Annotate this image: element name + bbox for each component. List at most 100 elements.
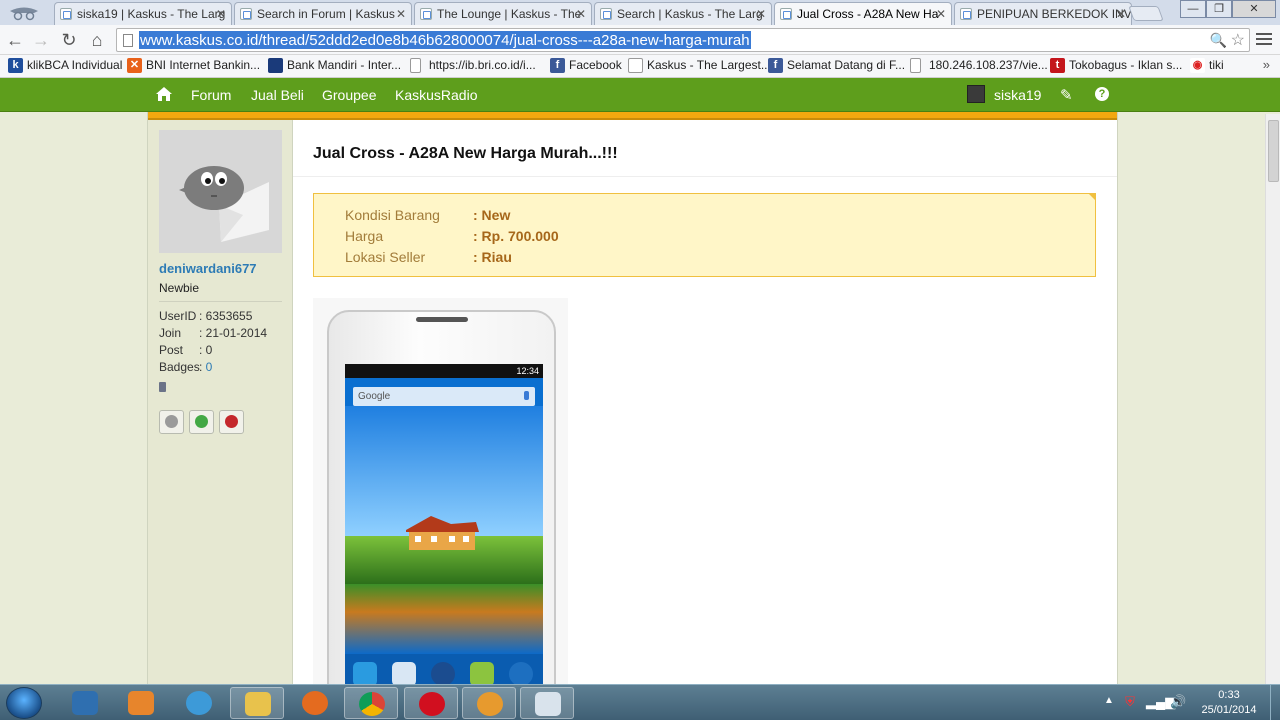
- info-price: Harga: Rp. 700.000: [345, 228, 559, 244]
- phone-body: 12:34 Google: [327, 310, 556, 710]
- tokobagus-icon: t: [1050, 58, 1065, 73]
- taskbar-paint[interactable]: [520, 687, 574, 719]
- bookmark-tiki[interactable]: ◉ tiki: [1190, 58, 1224, 73]
- close-tab-icon[interactable]: ✕: [396, 7, 406, 21]
- house-illustration: [406, 516, 479, 550]
- thread-title: Jual Cross - A28A New Harga Murah...!!!: [313, 145, 618, 162]
- close-tab-icon[interactable]: ✕: [936, 7, 946, 21]
- nav-jual-beli[interactable]: Jual Beli: [251, 87, 304, 103]
- poster-rank: Newbie: [159, 281, 200, 295]
- close-tab-icon[interactable]: ✕: [756, 7, 766, 21]
- tab-search-forum[interactable]: Search in Forum | Kaskus ✕: [234, 2, 412, 25]
- tab-jual-cross[interactable]: Jual Cross - A28A New Ha ✕: [774, 2, 952, 25]
- media-player-icon: [128, 691, 154, 715]
- windows-taskbar: ▲ ⛨ ▂▄▆ 🔊 0:33 25/01/2014: [0, 684, 1280, 720]
- send-message-button[interactable]: [189, 410, 214, 434]
- bookmark-tokobagus[interactable]: t Tokobagus - Iklan s...: [1050, 58, 1182, 73]
- minimize-button[interactable]: —: [1180, 0, 1206, 18]
- message-icon: [195, 415, 208, 428]
- listing-info-box: Kondisi Barang: New Harga: Rp. 700.000 L…: [313, 193, 1096, 277]
- taskbar-app-store[interactable]: [58, 687, 112, 719]
- report-icon: [225, 415, 238, 428]
- taskbar-app[interactable]: [462, 687, 516, 719]
- browser-globe-icon: [509, 662, 533, 686]
- divider: [293, 176, 1117, 177]
- bookmarks-more-icon[interactable]: »: [1263, 57, 1270, 72]
- close-tab-icon[interactable]: ✕: [1116, 7, 1126, 21]
- badge-icon: [159, 382, 166, 392]
- home-icon[interactable]: ⌂: [86, 29, 108, 51]
- forward-icon[interactable]: →: [30, 29, 52, 51]
- antivirus-tray-icon[interactable]: ⛨: [1122, 694, 1138, 710]
- app-icon: [477, 692, 503, 716]
- file-explorer-icon: [245, 692, 271, 716]
- start-button[interactable]: [6, 687, 42, 719]
- nav-username[interactable]: siska19: [994, 87, 1041, 103]
- address-bar[interactable]: www.kaskus.co.id/thread/52ddd2ed0e8b46b6…: [116, 28, 1250, 52]
- close-tab-icon[interactable]: ✕: [216, 7, 226, 21]
- new-tab-button[interactable]: [1128, 6, 1164, 21]
- browser-toolbar: ← → ↻ ⌂ www.kaskus.co.id/thread/52ddd2ed…: [0, 25, 1280, 55]
- volume-icon[interactable]: 🔊: [1170, 694, 1186, 710]
- close-window-button[interactable]: ✕: [1232, 0, 1276, 18]
- taskbar-chrome[interactable]: [344, 687, 398, 719]
- nav-groupee[interactable]: Groupee: [322, 87, 376, 103]
- taskbar-media-player[interactable]: [114, 687, 168, 719]
- klikbca-icon: k: [8, 58, 23, 73]
- bookmark-kaskus[interactable]: Kaskus - The Largest...: [628, 58, 771, 73]
- bookmark-selamat-datang[interactable]: f Selamat Datang di F...: [768, 58, 905, 73]
- tab-search[interactable]: Search | Kaskus - The Larg ✕: [594, 2, 772, 25]
- poster-avatar[interactable]: [159, 130, 282, 253]
- reload-icon[interactable]: ↻: [58, 29, 80, 51]
- kaskus-favicon: [960, 8, 972, 20]
- tray-expand-icon[interactable]: ▲: [1104, 695, 1114, 706]
- url-text[interactable]: www.kaskus.co.id/thread/52ddd2ed0e8b46b6…: [139, 31, 751, 49]
- bookmark-bni[interactable]: ✕ BNI Internet Bankin...: [127, 58, 260, 73]
- network-signal-icon[interactable]: ▂▄▆: [1146, 694, 1175, 710]
- taskbar-ie[interactable]: [172, 687, 226, 719]
- taskbar-firefox[interactable]: [288, 687, 342, 719]
- kaskus-favicon: [240, 8, 252, 20]
- phone-speaker: [416, 317, 468, 322]
- system-clock[interactable]: 0:33 25/01/2014: [1196, 688, 1262, 718]
- bookmark-mandiri[interactable]: Bank Mandiri - Inter...: [268, 58, 401, 73]
- bookmark-bri[interactable]: https://ib.bri.co.id/i...: [410, 58, 536, 73]
- close-tab-icon[interactable]: ✕: [576, 7, 586, 21]
- user-avatar[interactable]: [967, 85, 985, 103]
- corner-fold: [1088, 193, 1096, 201]
- taskbar-file-explorer[interactable]: [230, 687, 284, 719]
- bni-icon: ✕: [127, 58, 142, 73]
- chrome-menu-icon[interactable]: [1256, 30, 1272, 50]
- home-icon[interactable]: [155, 86, 173, 102]
- phone-wallpaper-reflection: [345, 584, 543, 654]
- nav-kaskusradio[interactable]: KaskusRadio: [395, 87, 478, 103]
- page-icon: [123, 34, 133, 47]
- poster-username[interactable]: deniwardani677: [159, 261, 257, 276]
- maximize-button[interactable]: ❐: [1206, 0, 1232, 18]
- tab-penipuan[interactable]: PENIPUAN BERKEDOK INV ✕: [954, 2, 1132, 25]
- page-scrollbar[interactable]: [1265, 114, 1280, 684]
- opera-icon: [419, 692, 445, 716]
- show-desktop-button[interactable]: [1270, 685, 1280, 720]
- page-icon: [910, 58, 921, 73]
- product-image[interactable]: 12:34 Google: [313, 298, 568, 710]
- phone-screen: 12:34 Google: [345, 364, 543, 694]
- nav-forum[interactable]: Forum: [191, 87, 231, 103]
- report-user-button[interactable]: [219, 410, 244, 434]
- tab-siska19[interactable]: siska19 | Kaskus - The Larg ✕: [54, 2, 232, 25]
- pencil-icon[interactable]: ✎: [1060, 86, 1073, 104]
- back-icon[interactable]: ←: [4, 29, 26, 51]
- zoom-icon[interactable]: 🔍: [1210, 32, 1227, 49]
- bookmark-klikbca[interactable]: k klikBCA Individual: [8, 58, 122, 73]
- taskbar-opera[interactable]: [404, 687, 458, 719]
- block-user-button[interactable]: [159, 410, 184, 434]
- info-location: Lokasi Seller: Riau: [345, 249, 512, 265]
- help-icon[interactable]: ?: [1095, 87, 1109, 101]
- bookmark-ip[interactable]: 180.246.108.237/vie...: [910, 58, 1048, 73]
- kaskus-icon: [628, 58, 643, 73]
- bookmark-facebook[interactable]: f Facebook: [550, 58, 622, 73]
- scrollbar-thumb[interactable]: [1268, 120, 1279, 182]
- badges-count-link[interactable]: 0: [206, 360, 213, 374]
- bookmark-star-icon[interactable]: ☆: [1231, 30, 1245, 50]
- tab-the-lounge[interactable]: The Lounge | Kaskus - The ✕: [414, 2, 592, 25]
